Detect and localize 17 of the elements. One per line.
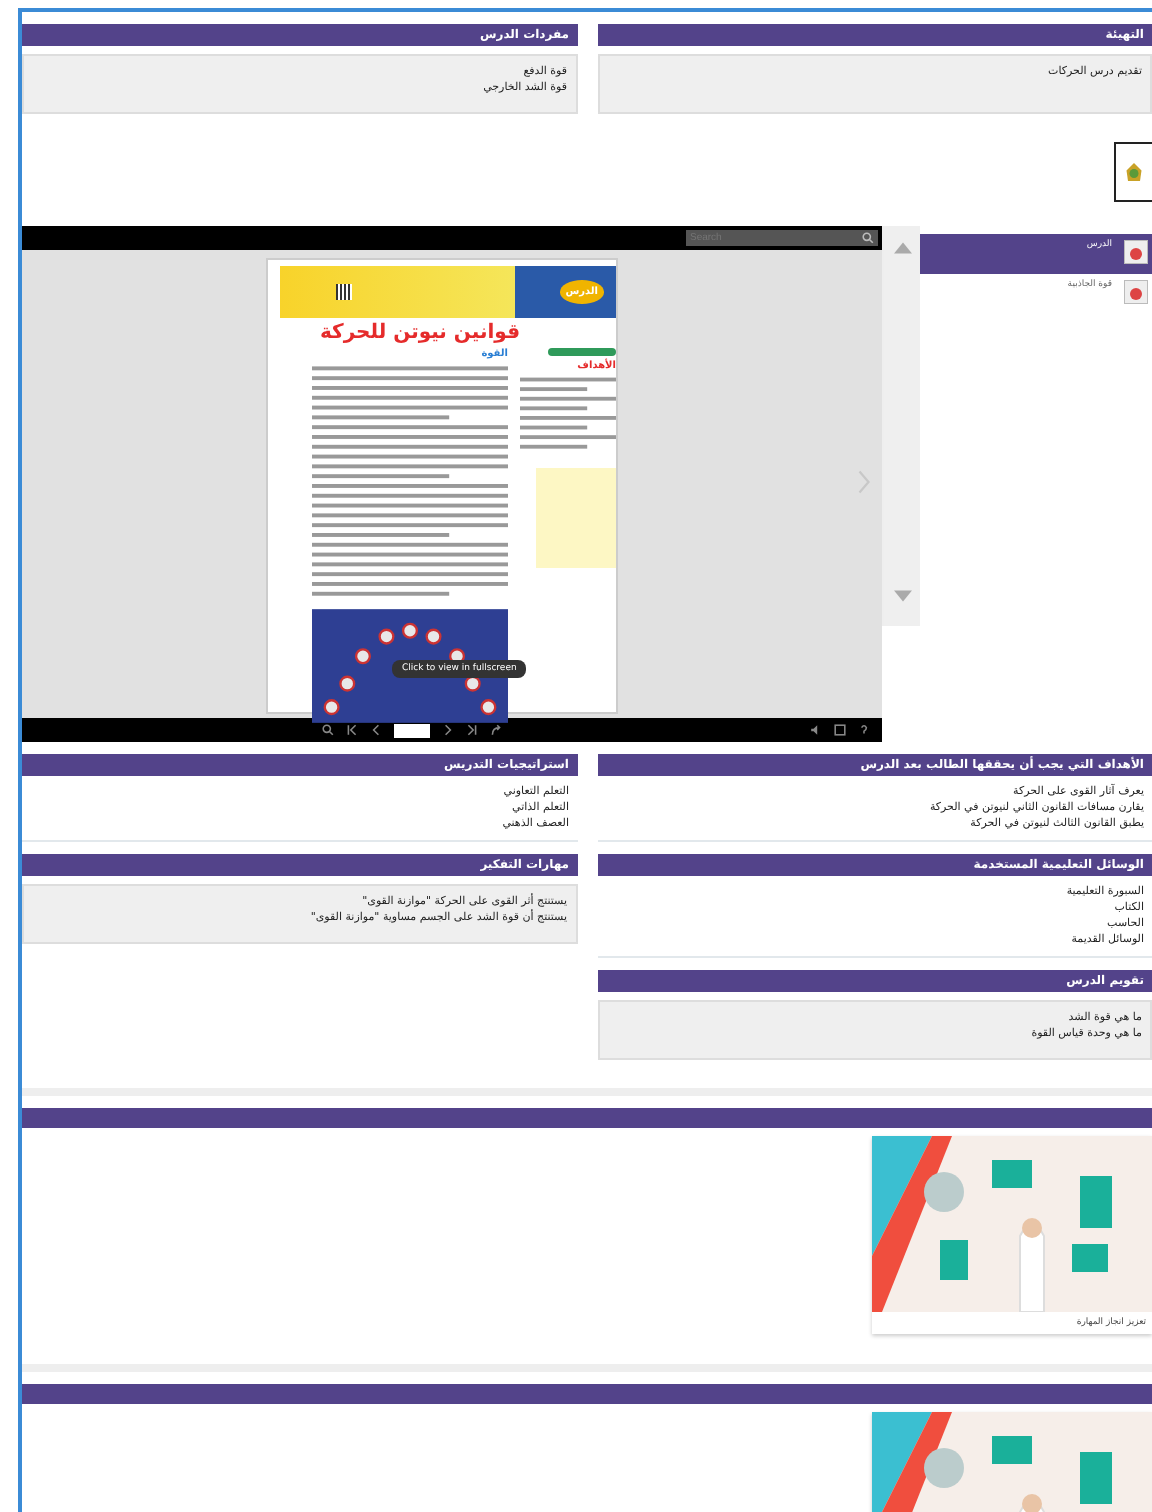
page-title: قوانين نيوتن للحركة <box>317 322 522 344</box>
help-icon[interactable] <box>858 724 870 736</box>
share-icon[interactable] <box>490 724 502 736</box>
label-bar <box>548 348 616 356</box>
note-box <box>536 468 616 568</box>
previous-page-icon[interactable] <box>370 724 382 736</box>
page-number-field[interactable] <box>394 723 430 737</box>
speaker-icon[interactable] <box>810 724 822 736</box>
last-page-icon[interactable] <box>466 724 478 736</box>
page-preview-icon <box>1124 240 1148 264</box>
next-page-icon[interactable] <box>442 724 454 736</box>
attachment-thumbnail[interactable] <box>1114 142 1152 202</box>
page-preview-icon <box>1124 280 1148 304</box>
fullscreen-icon[interactable] <box>834 724 846 736</box>
emblem-icon <box>1122 160 1146 184</box>
zoom-icon[interactable] <box>322 724 334 736</box>
first-page-icon[interactable] <box>346 724 358 736</box>
